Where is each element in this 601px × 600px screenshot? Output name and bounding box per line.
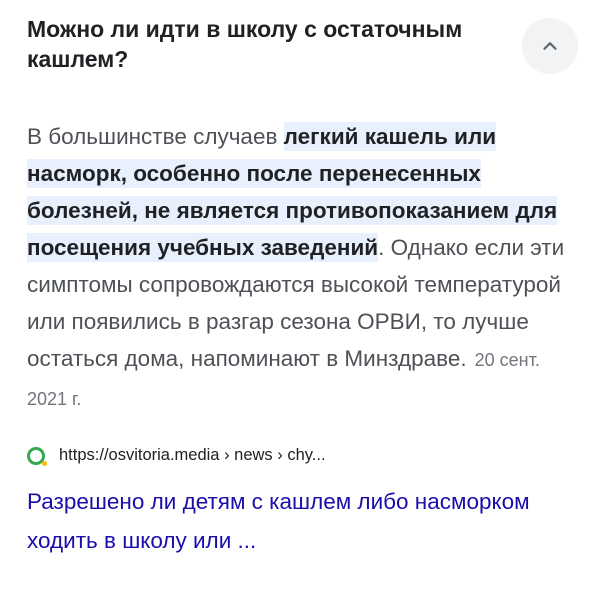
source-url[interactable]: https://osvitoria.media › news › chy... (59, 446, 326, 465)
chevron-up-icon (543, 42, 557, 50)
source-row[interactable]: https://osvitoria.media › news › chy... (27, 446, 577, 466)
osvitoria-favicon-icon (27, 446, 47, 466)
featured-snippet-card: Можно ли идти в школу с остаточным кашле… (0, 0, 601, 600)
answer-text-before: В большинстве случаев (27, 124, 284, 149)
question-title: Можно ли идти в школу с остаточным кашле… (27, 16, 463, 72)
question-header[interactable]: Можно ли идти в школу с остаточным кашле… (27, 14, 507, 74)
result-title-link[interactable]: Разрешено ли детям с кашлем либо насморк… (27, 482, 547, 560)
collapse-button[interactable] (522, 18, 578, 74)
answer-text: В большинстве случаев легкий кашель или … (27, 118, 577, 418)
